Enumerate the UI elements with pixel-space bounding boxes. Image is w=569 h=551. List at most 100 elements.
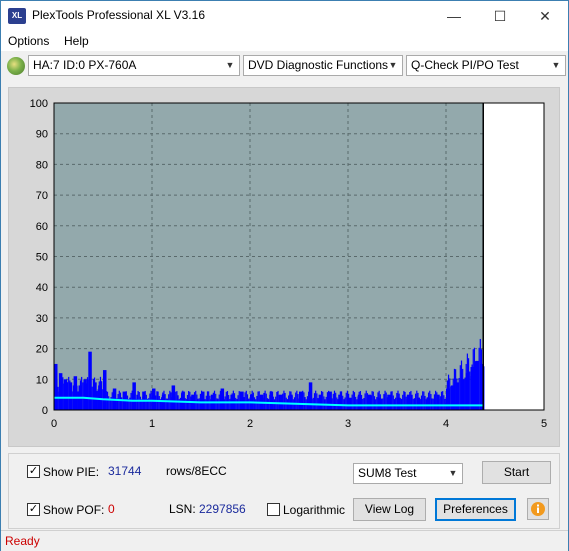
pie-bar bbox=[105, 391, 107, 410]
pi-po-chart: 0 10 20 30 40 50 60 70 80 90 100 0 1 2 3 4 5 bbox=[30, 98, 547, 430]
minimize-button[interactable]: — bbox=[431, 1, 477, 31]
pie-bar bbox=[325, 396, 327, 410]
pie-bar bbox=[78, 388, 80, 410]
y-tick-label: 50 bbox=[36, 252, 48, 264]
y-tick-label: 70 bbox=[36, 190, 48, 202]
pie-bar bbox=[385, 392, 387, 410]
pie-bar bbox=[108, 396, 110, 410]
title-bar: XL PlexTools Professional XL V3.16 — ☐ ✕ bbox=[1, 1, 568, 31]
pie-bar bbox=[204, 399, 206, 410]
menu-help[interactable]: Help bbox=[64, 34, 89, 48]
pie-bar bbox=[81, 376, 83, 410]
pie-bar bbox=[282, 393, 284, 410]
pie-bar bbox=[409, 392, 411, 410]
pie-bar bbox=[103, 399, 105, 410]
pie-bar bbox=[297, 394, 299, 410]
pie-bar bbox=[95, 384, 97, 410]
info-icon[interactable] bbox=[527, 498, 549, 520]
view-log-button[interactable]: View Log bbox=[353, 498, 426, 521]
pie-bar bbox=[213, 390, 216, 410]
pie-bar bbox=[123, 395, 125, 410]
pie-bar bbox=[437, 397, 439, 410]
pie-bar bbox=[238, 391, 240, 410]
pie-bar bbox=[165, 398, 167, 410]
pie-bar bbox=[232, 390, 234, 410]
pie-bar bbox=[345, 392, 347, 410]
show-pof-checkbox[interactable]: ✓ bbox=[27, 503, 40, 516]
pie-bar bbox=[422, 391, 424, 410]
logarithmic-checkbox[interactable] bbox=[267, 503, 280, 516]
close-button[interactable]: ✕ bbox=[522, 1, 568, 31]
pie-bar bbox=[377, 392, 379, 410]
pie-bar bbox=[242, 399, 244, 410]
pie-bar bbox=[243, 397, 245, 410]
show-pie-checkbox[interactable]: ✓ bbox=[27, 465, 40, 478]
pie-bar bbox=[302, 390, 304, 410]
pie-bar bbox=[450, 386, 452, 410]
menu-options[interactable]: Options bbox=[8, 34, 49, 48]
pie-bar bbox=[161, 397, 163, 410]
pie-bar bbox=[260, 399, 263, 410]
pie-bar bbox=[79, 380, 82, 410]
pie-bar bbox=[439, 396, 441, 410]
drive-select-value: HA:7 ID:0 PX-760A bbox=[33, 58, 137, 72]
pie-bar bbox=[371, 391, 373, 410]
controls-panel: ✓ Show PIE: 31744 rows/8ECC ✓ Show POF: … bbox=[8, 453, 560, 529]
pie-bar bbox=[249, 398, 251, 410]
pie-bar bbox=[88, 379, 90, 410]
pie-bar bbox=[55, 377, 57, 410]
pie-bar bbox=[220, 392, 223, 410]
pie-bar bbox=[190, 396, 192, 410]
pie-bar bbox=[197, 398, 199, 410]
pie-bar bbox=[192, 396, 194, 410]
pie-bar bbox=[397, 390, 399, 410]
y-tick-label: 60 bbox=[36, 221, 48, 233]
pie-bar bbox=[184, 398, 186, 410]
pie-bar bbox=[136, 394, 138, 410]
pie-bar bbox=[62, 377, 64, 410]
pie-bar bbox=[296, 390, 298, 410]
pie-bar bbox=[473, 347, 476, 410]
pie-bar bbox=[359, 391, 361, 410]
pie-bar bbox=[201, 390, 203, 410]
pie-bar bbox=[77, 391, 79, 410]
pie-bar bbox=[326, 392, 329, 410]
pie-bar bbox=[346, 390, 349, 410]
pie-bar bbox=[244, 392, 246, 410]
test-mode-value: SUM8 Test bbox=[358, 466, 417, 480]
pie-bar bbox=[263, 392, 265, 410]
pie-bar bbox=[61, 379, 63, 410]
pie-bar bbox=[386, 397, 389, 410]
pie-bar bbox=[445, 397, 447, 410]
test-mode-select[interactable]: SUM8 Test ▼ bbox=[353, 463, 463, 484]
pie-bar bbox=[75, 378, 77, 410]
pie-bar bbox=[223, 399, 225, 410]
pie-bar bbox=[248, 398, 250, 410]
start-button[interactable]: Start bbox=[482, 461, 551, 484]
pie-bar bbox=[236, 399, 238, 410]
x-tick-label: 3 bbox=[345, 418, 351, 430]
pie-bar bbox=[426, 397, 428, 410]
preferences-button[interactable]: Preferences bbox=[435, 498, 516, 521]
pie-bar bbox=[230, 398, 232, 410]
pie-bar bbox=[399, 398, 401, 410]
pie-bar bbox=[353, 392, 356, 410]
pie-bar bbox=[335, 392, 337, 410]
pie-bar bbox=[132, 393, 134, 410]
pie-bar bbox=[68, 376, 70, 410]
pie-bar bbox=[469, 371, 471, 410]
pie-bar bbox=[93, 377, 96, 410]
pie-bar bbox=[188, 391, 190, 410]
test-select[interactable]: Q-Check PI/PO Test ▼ bbox=[406, 55, 566, 76]
maximize-button[interactable]: ☐ bbox=[477, 1, 523, 31]
pie-bar bbox=[417, 392, 419, 410]
pie-bar bbox=[206, 391, 209, 410]
pie-bar bbox=[357, 396, 359, 410]
pie-bar bbox=[391, 391, 393, 410]
drive-select[interactable]: HA:7 ID:0 PX-760A ▼ bbox=[28, 55, 240, 76]
pie-bar bbox=[451, 387, 453, 410]
function-select[interactable]: DVD Diagnostic Functions ▼ bbox=[243, 55, 403, 76]
pie-bar bbox=[460, 360, 463, 410]
pie-bar bbox=[355, 396, 357, 410]
pie-bar bbox=[467, 358, 470, 410]
